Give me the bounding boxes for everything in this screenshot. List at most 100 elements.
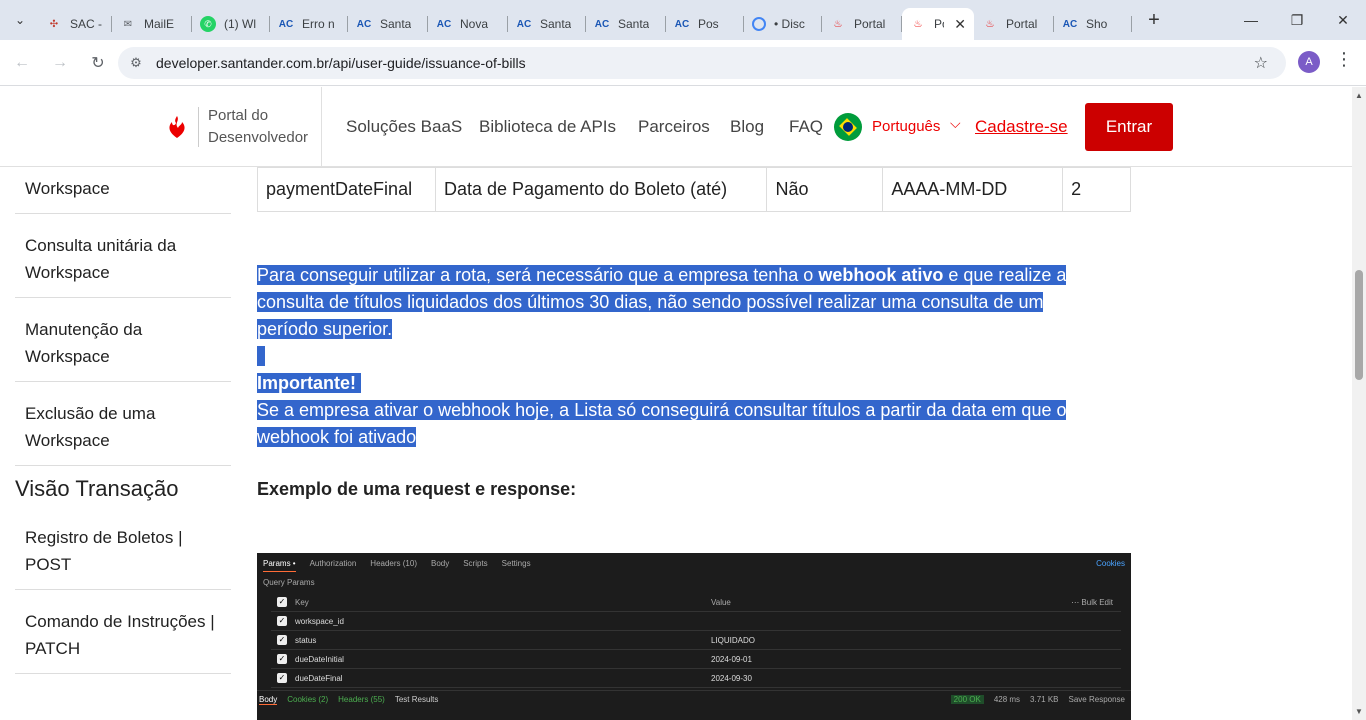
reload-icon: ↻ [91,54,105,72]
pm-value: 2024-09-01 [711,654,752,664]
pm-tab: Body [430,559,450,568]
browser-tab[interactable]: AC Santa [348,8,428,40]
address-bar[interactable]: ⚙ developer.santander.com.br/api/user-gu… [118,47,1286,79]
scroll-up-icon[interactable]: ▲ [1355,91,1363,100]
pm-col-value: Value [711,597,731,607]
para-text: Se a empresa ativar o webhook hoje, a Li… [257,400,1067,420]
important-label: Importante! [257,373,356,393]
language-selector[interactable]: Português [872,118,940,135]
ac-icon: AC [356,18,372,30]
browser-tab[interactable]: AC Santa [508,8,586,40]
ac-icon: AC [1062,18,1078,30]
tab-title: Portal [1006,17,1038,31]
checkbox-icon: ✓ [277,673,287,683]
para-text: consulta de títulos liquidados dos últim… [257,292,1044,312]
nav-blog[interactable]: Blog [730,117,764,137]
forward-button[interactable]: → [44,47,76,79]
pm-response-tab: Cookies (2) [287,695,329,704]
url-text[interactable]: developer.santander.com.br/api/user-guid… [156,55,526,71]
new-tab-button[interactable]: + [1140,9,1168,32]
browser-tab[interactable]: ♨ Portal [822,8,902,40]
profile-avatar[interactable]: A [1298,51,1320,73]
tab-title: Portal [854,17,886,31]
ac-icon: AC [594,18,610,30]
scroll-down-icon[interactable]: ▼ [1355,707,1363,716]
pm-param-row: ✓ dueDateInitial 2024-09-01 [271,650,1121,669]
browser-tab[interactable]: ♨ Po ✕ [902,8,974,40]
browser-menu-icon[interactable]: ⋮ [1334,49,1354,70]
sidebar-item[interactable]: Consulta unitária da Workspace [15,214,231,298]
window-controls: — ❐ ✕ [1228,0,1366,40]
pm-tab: Settings [501,559,531,568]
site-info-icon[interactable]: ⚙ [124,55,148,71]
pm-status: 200 OK 428 ms 3.71 KB Save Response [950,695,1125,704]
nav-apis[interactable]: Biblioteca de APIs [479,117,616,137]
table-cell: 2 [1062,167,1131,212]
table-cell: Data de Pagamento do Boleto (até) [434,167,768,212]
table-cell: paymentDateFinal [257,167,436,212]
checkbox-icon: ✓ [277,635,287,645]
tab-search-button[interactable]: ⌄ [6,6,34,34]
back-button[interactable]: ← [6,47,38,79]
close-icon[interactable]: ✕ [954,16,966,33]
browser-tab[interactable]: ✣ SAC - [38,8,112,40]
pm-size: 3.71 KB [1030,695,1059,704]
pm-param-row: ✓ status LIQUIDADO [271,631,1121,650]
browser-tab[interactable]: AC Santa [586,8,666,40]
ac-icon: AC [278,18,294,30]
pm-value: 2024-09-30 [711,673,752,683]
logo-text[interactable]: Portal do Desenvolvedor [208,105,308,149]
reload-button[interactable]: ↻ [82,47,114,79]
para-text: período superior. [257,319,393,339]
pm-tab: Scripts [463,559,488,568]
chevron-down-icon[interactable]: ⌵ [950,115,961,132]
main-content: paymentDateInitialData de Pagamento do B… [257,123,1131,500]
sidebar-item[interactable]: Comando de Instruções | PATCH [15,590,231,674]
arrow-right-icon: → [52,53,68,71]
pm-status-code: 200 OK [950,695,984,704]
nav-faq[interactable]: FAQ [789,117,823,137]
browser-tab[interactable]: AC Erro n [270,8,348,40]
nav-partners[interactable]: Parceiros [638,117,710,137]
para-text: webhook foi ativado [257,427,417,447]
browser-tab[interactable]: ✆ (1) Wl [192,8,270,40]
brazil-flag-icon[interactable] [834,113,862,141]
checkbox-icon: ✓ [277,616,287,626]
para-text: Para conseguir utilizar a rota, será nec… [257,265,819,285]
checkbox-icon: ✓ [277,597,287,607]
pm-response-bar: 200 OK 428 ms 3.71 KB Save Response Body… [257,690,1131,708]
browser-tab[interactable]: AC Sho [1054,8,1132,40]
browser-tab[interactable]: AC Nova [428,8,508,40]
browser-tab[interactable]: ✉ MailE [112,8,192,40]
pm-value: LIQUIDADO [711,635,756,645]
pm-key: status [295,635,317,645]
whatsapp-icon: ✆ [200,16,216,32]
nav-baas[interactable]: Soluções BaaS [346,117,462,137]
checkbox-icon: ✓ [277,654,287,664]
pm-param-row: ✓ dueDateFinal 2024-09-30 [271,669,1121,688]
site-header: Portal do Desenvolvedor Soluções BaaS Bi… [0,87,1352,167]
login-button[interactable]: Entrar [1085,103,1173,151]
browser-tab[interactable]: ♨ Portal [974,8,1054,40]
minimize-button[interactable]: — [1228,0,1274,40]
pm-response-tab: Headers (55) [338,695,385,704]
tab-title: Po [934,17,944,31]
postman-screenshot: Params • Authorization Headers (10) Body Scr… [257,553,1131,720]
sidebar-item[interactable]: Exclusão de uma Workspace [15,382,231,466]
restore-button[interactable]: ❐ [1274,0,1320,40]
bookmark-star-icon[interactable]: ☆ [1254,53,1268,73]
santander-icon: ♨ [833,18,843,30]
close-window-button[interactable]: ✕ [1320,0,1366,40]
santander-icon: ♨ [985,18,995,30]
sidebar-item[interactable]: Registro de Boletos | POST [15,506,231,590]
browser-toolbar: ← → ↻ ⚙ developer.santander.com.br/api/u… [0,40,1366,86]
santander-flame-icon[interactable] [164,114,190,140]
browser-tab[interactable]: • Disc [744,8,822,40]
scroll-thumb[interactable] [1355,270,1363,380]
signup-link[interactable]: Cadastre-se [975,117,1068,137]
sidebar-item[interactable]: Manutenção da Workspace [15,298,231,382]
pm-tab: Authorization [309,559,357,568]
example-heading: Exemplo de uma request e response: [257,479,577,499]
browser-tab[interactable]: AC Pos [666,8,744,40]
page-scrollbar[interactable]: ▲ ▼ [1352,87,1366,720]
